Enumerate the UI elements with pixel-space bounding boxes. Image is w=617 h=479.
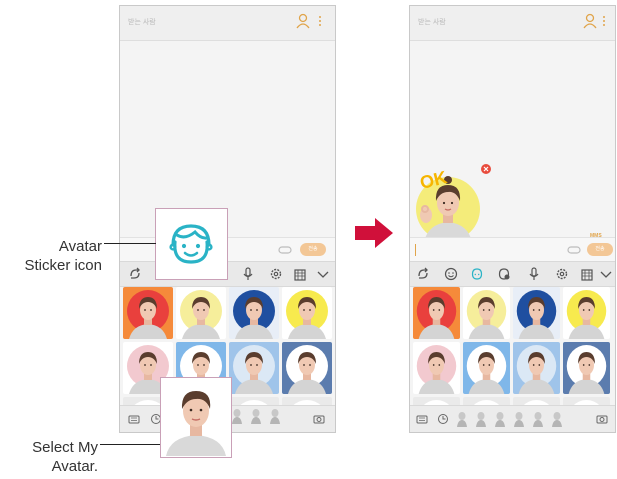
right-sticker-bottom-bar	[410, 405, 615, 432]
right-sticker-grid	[413, 287, 612, 407]
mic-icon[interactable]	[527, 267, 541, 281]
avatar-sticker-alt-icon[interactable]	[497, 267, 511, 281]
clipboard-icon[interactable]	[293, 267, 307, 281]
my-avatar-callout-box	[160, 377, 232, 458]
sticker-item[interactable]	[229, 342, 279, 394]
avatar-sticker-callout-label: Avatar Sticker icon	[24, 238, 102, 274]
gear-icon[interactable]	[269, 267, 283, 281]
sticker-pack-tabs	[231, 408, 291, 424]
chevron-down-icon[interactable]	[316, 267, 330, 281]
sticker-item[interactable]	[413, 342, 460, 394]
attach-icon[interactable]	[278, 246, 292, 254]
sticker-item[interactable]	[282, 342, 332, 394]
sticker-item[interactable]	[513, 287, 560, 339]
keyboard-icon[interactable]	[416, 413, 428, 425]
sticker-item[interactable]	[563, 342, 610, 394]
left-to-field[interactable]: 받는 사람	[128, 17, 156, 27]
right-compose-bar[interactable]: 전송	[410, 237, 615, 262]
swype-icon[interactable]	[128, 267, 142, 281]
sticker-item[interactable]	[513, 342, 560, 394]
camera-icon[interactable]	[313, 413, 325, 425]
more-options-icon[interactable]	[318, 14, 322, 28]
sticker-pack-tabs	[456, 411, 576, 427]
sticker-item[interactable]	[463, 342, 510, 394]
right-keyboard-toolbar	[410, 261, 615, 287]
sticker-pack-icon[interactable]	[456, 411, 468, 427]
my-avatar-thumbnail[interactable]	[162, 379, 230, 456]
sticker-item[interactable]	[282, 287, 332, 339]
right-send-button[interactable]: 전송	[587, 243, 613, 256]
person-icon[interactable]	[296, 13, 310, 29]
avatar-sticker-icon[interactable]	[470, 267, 484, 281]
sticker-pack-icon[interactable]	[475, 411, 487, 427]
sticker-item[interactable]	[176, 287, 226, 339]
more-options-icon[interactable]	[602, 14, 606, 28]
sticker-pack-icon[interactable]	[513, 411, 525, 427]
sticker-item[interactable]	[123, 287, 173, 339]
attach-icon[interactable]	[567, 246, 581, 254]
right-to-field[interactable]: 받는 사람	[418, 17, 446, 27]
remove-attachment-icon[interactable]	[481, 164, 491, 174]
sticker-pack-icon[interactable]	[231, 408, 243, 424]
right-top-bar: 받는 사람	[410, 6, 615, 41]
sticker-item[interactable]	[463, 287, 510, 339]
right-phone-screen: 받는 사람 OK MMS 전송	[409, 5, 616, 433]
left-top-bar: 받는 사람	[120, 6, 335, 41]
gear-icon[interactable]	[555, 267, 569, 281]
sticker-pack-icon[interactable]	[532, 411, 544, 427]
avatar-sticker-callout-line	[104, 243, 156, 244]
sticker-pack-icon[interactable]	[269, 408, 281, 424]
sticker-pack-icon[interactable]	[250, 408, 262, 424]
avatar-sticker-callout-box	[155, 208, 228, 280]
avatar-sticker-icon[interactable]	[165, 218, 217, 270]
camera-icon[interactable]	[596, 413, 608, 425]
clipboard-icon[interactable]	[580, 267, 594, 281]
emoji-icon[interactable]	[444, 267, 458, 281]
select-avatar-callout-label: Select My Avatar.	[32, 439, 98, 475]
chevron-down-icon[interactable]	[599, 267, 613, 281]
left-send-button[interactable]: 전송	[300, 243, 326, 256]
recent-icon[interactable]	[437, 413, 449, 425]
sticker-item[interactable]	[413, 287, 460, 339]
sticker-pack-icon[interactable]	[551, 411, 563, 427]
mic-icon[interactable]	[241, 267, 255, 281]
select-avatar-callout-line	[100, 444, 160, 445]
keyboard-icon[interactable]	[128, 413, 140, 425]
person-icon[interactable]	[583, 13, 597, 29]
sticker-pack-icon[interactable]	[494, 411, 506, 427]
arrow-right-icon	[355, 218, 393, 248]
sticker-item[interactable]	[229, 287, 279, 339]
text-cursor	[415, 244, 416, 256]
sticker-item[interactable]	[563, 287, 610, 339]
swype-icon[interactable]	[416, 267, 430, 281]
